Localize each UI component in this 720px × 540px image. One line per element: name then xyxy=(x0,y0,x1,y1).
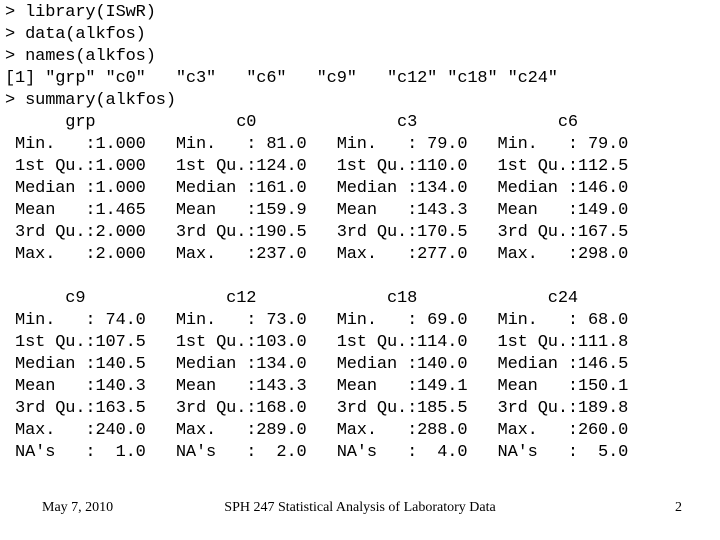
summary-stat-row: Median :140.5 Median :134.0 Median :140.… xyxy=(5,355,649,374)
summary-stat-row: Mean :1.465 Mean :159.9 Mean :143.3 Mean… xyxy=(5,201,649,220)
console-line: > data(alkfos) xyxy=(5,25,146,44)
footer-date: May 7, 2010 xyxy=(42,500,114,515)
summary-stat-row: 3rd Qu.:163.5 3rd Qu.:168.0 3rd Qu.:185.… xyxy=(5,399,649,418)
console-line: > names(alkfos) xyxy=(5,47,156,66)
summary-stat-row: Min. :1.000 Min. : 81.0 Min. : 79.0 Min.… xyxy=(5,135,649,154)
summary-stat-row: 3rd Qu.:2.000 3rd Qu.:190.5 3rd Qu.:170.… xyxy=(5,223,649,242)
summary-stat-row: Min. : 74.0 Min. : 73.0 Min. : 69.0 Min.… xyxy=(5,311,649,330)
summary-header-row: grp c0 c3 c6 xyxy=(5,113,649,132)
summary-stat-row: 1st Qu.:107.5 1st Qu.:103.0 1st Qu.:114.… xyxy=(5,333,649,352)
r-console-output: > library(ISwR) > data(alkfos) > names(a… xyxy=(5,2,715,464)
summary-stat-row: Max. :240.0 Max. :289.0 Max. :288.0 Max.… xyxy=(5,421,649,440)
console-line: > summary(alkfos) xyxy=(5,91,176,110)
summary-stat-row: Mean :140.3 Mean :143.3 Mean :149.1 Mean… xyxy=(5,377,649,396)
slide-canvas: > library(ISwR) > data(alkfos) > names(a… xyxy=(0,0,720,540)
summary-header-row: c9 c12 c18 c24 xyxy=(5,289,649,308)
slide-footer: May 7, 2010 SPH 247 Statistical Analysis… xyxy=(0,492,720,538)
footer-page-number: 2 xyxy=(675,500,682,515)
console-line: [1] "grp" "c0" "c3" "c6" "c9" "c12" "c18… xyxy=(5,69,558,88)
summary-stat-row: Median :1.000 Median :161.0 Median :134.… xyxy=(5,179,649,198)
summary-stat-row: 1st Qu.:1.000 1st Qu.:124.0 1st Qu.:110.… xyxy=(5,157,649,176)
summary-stat-row: Max. :2.000 Max. :237.0 Max. :277.0 Max.… xyxy=(5,245,649,264)
summary-stat-row: NA's : 1.0 NA's : 2.0 NA's : 4.0 NA's : … xyxy=(5,443,649,462)
console-line: > library(ISwR) xyxy=(5,3,156,22)
footer-title: SPH 247 Statistical Analysis of Laborato… xyxy=(224,500,496,515)
